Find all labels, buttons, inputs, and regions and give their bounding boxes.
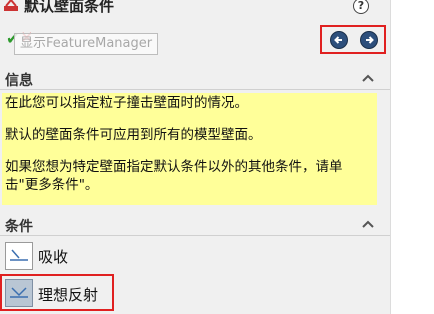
collapse-icon[interactable]: [362, 219, 374, 229]
navigation-highlight: [320, 25, 386, 54]
info-line: 如果您想为特定壁面指定默认条件以外的其他条件，请单击"更多条件"。: [5, 159, 343, 193]
ideal-reflection-option-label[interactable]: 理想反射: [38, 284, 98, 305]
section-title: 条件: [5, 219, 33, 235]
ideal-reflection-icon: [10, 287, 28, 298]
back-button[interactable]: [330, 31, 348, 49]
section-title: 信息: [5, 73, 33, 89]
tooltip: 显示FeatureManager: [14, 33, 159, 55]
info-message: 在此您可以指定粒子撞击壁面时的情况。 默认的壁面条件可应用到所有的模型壁面。 如…: [2, 93, 377, 205]
section-divider: [0, 89, 390, 90]
boundary-condition-icon: [4, 0, 18, 11]
page-title: 默认壁面条件: [24, 0, 115, 15]
info-section-header[interactable]: 信息: [0, 68, 390, 90]
collapse-icon[interactable]: [362, 73, 374, 83]
arrow-left-icon: [334, 36, 342, 44]
absorb-option-button[interactable]: [5, 242, 33, 270]
panel-divider: [390, 0, 391, 314]
forward-button[interactable]: [360, 31, 378, 49]
absorb-icon: [10, 249, 28, 261]
info-line: 默认的壁面条件可应用到所有的模型壁面。: [5, 127, 262, 143]
section-divider: [0, 235, 390, 236]
conditions-section-header[interactable]: 条件: [0, 214, 390, 236]
ideal-reflection-option-button[interactable]: [5, 279, 33, 307]
info-line: 在此您可以指定粒子撞击壁面时的情况。: [5, 95, 248, 111]
arrow-right-icon: [366, 36, 374, 44]
absorb-option-label[interactable]: 吸收: [38, 246, 68, 267]
